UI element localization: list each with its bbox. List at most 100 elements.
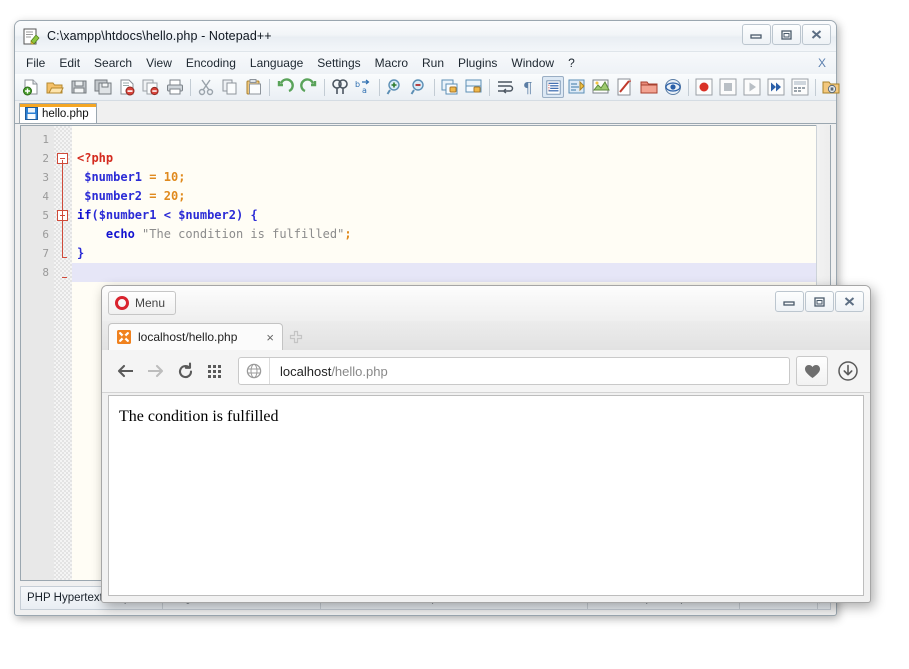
code-token <box>156 208 163 222</box>
toolbar-separator <box>489 79 490 96</box>
opera-tabstrip: localhost/hello.php × <box>102 321 870 350</box>
menu-run[interactable]: Run <box>415 54 451 72</box>
code-token-string: "The condition is fulfilled" <box>142 227 344 241</box>
monitoring-icon[interactable] <box>662 76 684 98</box>
stop-macro-icon[interactable] <box>717 76 739 98</box>
record-macro-icon[interactable] <box>693 76 715 98</box>
menu-encoding[interactable]: Encoding <box>179 54 243 72</box>
menu-edit[interactable]: Edit <box>52 54 87 72</box>
close-button[interactable] <box>802 24 831 45</box>
maximize-button[interactable] <box>805 291 834 312</box>
save-macro-icon[interactable] <box>789 76 811 98</box>
opera-titlebar[interactable]: Menu <box>102 286 870 321</box>
toolbar-separator <box>324 79 325 96</box>
save-all-icon[interactable] <box>92 76 114 98</box>
menu-search[interactable]: Search <box>87 54 139 72</box>
code-token-semicolon: ; <box>178 170 185 184</box>
forward-arrow-icon[interactable] <box>140 356 170 386</box>
notepad-plus-plus-icon <box>23 28 40 45</box>
code-line-2: <?php <box>72 149 830 168</box>
code-token-number: 10 <box>164 170 178 184</box>
line-number: 7 <box>21 244 54 263</box>
open-file-icon[interactable] <box>44 76 66 98</box>
code-line-6: echo "The condition is fulfilled"; <box>72 225 830 244</box>
run-icon[interactable] <box>820 76 842 98</box>
code-token-keyword: echo <box>106 227 135 241</box>
show-doc-map-icon[interactable] <box>590 76 612 98</box>
toolbar-separator <box>379 79 380 96</box>
code-token-operator: = <box>149 189 156 203</box>
code-folding-margin[interactable] <box>54 126 72 580</box>
sync-vertical-scroll-icon[interactable] <box>439 76 461 98</box>
menu-view[interactable]: View <box>139 54 179 72</box>
replace-icon[interactable]: ba <box>353 76 375 98</box>
browser-tab[interactable]: localhost/hello.php × <box>108 323 283 350</box>
function-list-icon[interactable] <box>614 76 636 98</box>
notepad-toolbar: ba ¶ <box>15 74 836 101</box>
code-token-brace: { <box>250 208 257 222</box>
close-file-icon[interactable] <box>116 76 138 98</box>
back-arrow-icon[interactable] <box>110 356 140 386</box>
code-token-operator: < <box>164 208 171 222</box>
code-token-number: 20 <box>164 189 178 203</box>
code-line-4: $number2 = 20; <box>72 187 830 206</box>
find-icon[interactable] <box>329 76 351 98</box>
notepad-window-controls <box>741 24 831 45</box>
code-token-semicolon: ; <box>344 227 351 241</box>
redo-icon[interactable] <box>298 76 320 98</box>
play-macro-icon[interactable] <box>741 76 763 98</box>
close-tab-button[interactable]: × <box>266 330 274 345</box>
download-icon[interactable] <box>834 357 862 385</box>
zoom-in-icon[interactable] <box>384 76 406 98</box>
address-bar[interactable]: localhost/hello.php <box>238 357 790 385</box>
toolbar-separator <box>688 79 689 96</box>
user-defined-language-icon[interactable] <box>566 76 588 98</box>
menu-macro[interactable]: Macro <box>368 54 415 72</box>
menu-file[interactable]: File <box>19 54 52 72</box>
fold-row <box>54 206 72 225</box>
fold-end-tick <box>62 257 67 258</box>
close-all-icon[interactable] <box>140 76 162 98</box>
reload-icon[interactable] <box>170 356 200 386</box>
indent-guide-icon[interactable] <box>542 76 564 98</box>
notepad-titlebar[interactable]: C:\xampp\htdocs\hello.php - Notepad++ <box>15 21 836 52</box>
menu-language[interactable]: Language <box>243 54 310 72</box>
paste-icon[interactable] <box>243 76 265 98</box>
address-bar-text[interactable]: localhost/hello.php <box>270 364 388 379</box>
speed-dial-icon[interactable] <box>200 356 230 386</box>
heart-icon[interactable] <box>796 356 828 386</box>
new-tab-button[interactable] <box>283 323 309 350</box>
new-file-icon[interactable] <box>20 76 42 98</box>
menu-window[interactable]: Window <box>504 54 561 72</box>
folder-as-workspace-icon[interactable] <box>638 76 660 98</box>
fold-row <box>54 168 72 187</box>
copy-icon[interactable] <box>219 76 241 98</box>
sync-horizontal-scroll-icon[interactable] <box>463 76 485 98</box>
tab-hello-php[interactable]: hello.php <box>19 103 97 123</box>
minimize-button[interactable] <box>742 24 771 45</box>
menu-settings[interactable]: Settings <box>310 54 367 72</box>
menu-plugins[interactable]: Plugins <box>451 54 504 72</box>
show-all-characters-icon[interactable]: ¶ <box>518 76 540 98</box>
svg-text:b: b <box>355 80 360 89</box>
maximize-button[interactable] <box>772 24 801 45</box>
print-icon[interactable] <box>164 76 186 98</box>
php-open-tag: <?php <box>77 151 113 165</box>
cut-icon[interactable] <box>195 76 217 98</box>
zoom-out-icon[interactable] <box>408 76 430 98</box>
word-wrap-icon[interactable] <box>494 76 516 98</box>
close-document-button[interactable]: X <box>818 56 826 70</box>
menu-help[interactable]: ? <box>561 54 582 72</box>
undo-icon[interactable] <box>274 76 296 98</box>
save-icon[interactable] <box>68 76 90 98</box>
code-token <box>157 170 164 184</box>
line-number: 5 <box>21 206 54 225</box>
close-button[interactable] <box>835 291 864 312</box>
code-line-5: if($number1 < $number2) { <box>72 206 830 225</box>
svg-text:¶: ¶ <box>523 79 533 96</box>
code-token-operator: = <box>149 170 156 184</box>
globe-icon <box>239 358 270 384</box>
run-macro-multiple-icon[interactable] <box>765 76 787 98</box>
opera-menu-button[interactable]: Menu <box>108 291 176 315</box>
minimize-button[interactable] <box>775 291 804 312</box>
